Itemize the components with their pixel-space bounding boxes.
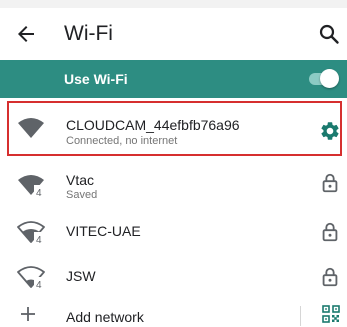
network-row-vtac[interactable]: 4 Vtac Saved [0,160,347,206]
use-wifi-label: Use Wi-Fi [64,71,128,87]
wifi-badge: 4 [36,235,42,244]
add-network-label: Add network [66,309,144,325]
network-row-jsw[interactable]: 4 JSW [0,255,347,299]
page-title: Wi-Fi [64,22,113,45]
wifi-badge: 4 [36,188,42,197]
network-name: Vtac [66,172,95,188]
wifi-4-weak-signal-icon: 4 [17,221,45,244]
status-strip [0,0,347,8]
network-status: Saved [66,189,98,201]
lock-icon [322,267,338,287]
use-wifi-bar[interactable]: Use Wi-Fi [0,60,347,98]
plus-icon [21,307,35,321]
arrow-back-icon[interactable] [14,22,38,46]
wifi-badge: 4 [36,280,42,289]
use-wifi-toggle[interactable] [309,68,339,90]
qr-code-scan-icon[interactable] [322,305,340,323]
selection-highlight [7,101,342,156]
lock-icon [322,173,338,193]
search-icon[interactable] [317,22,341,46]
lock-icon [322,222,338,242]
network-name: JSW [66,268,96,284]
wifi-4-empty-signal-icon: 4 [17,266,45,289]
vertical-divider [300,306,301,326]
wifi-4-signal-icon: 4 [18,175,45,197]
toggle-thumb [320,69,339,88]
network-name: VITEC-UAE [66,223,141,239]
app-bar: Wi-Fi [0,8,347,60]
network-row-vitec-uae[interactable]: 4 VITEC-UAE [0,209,347,253]
